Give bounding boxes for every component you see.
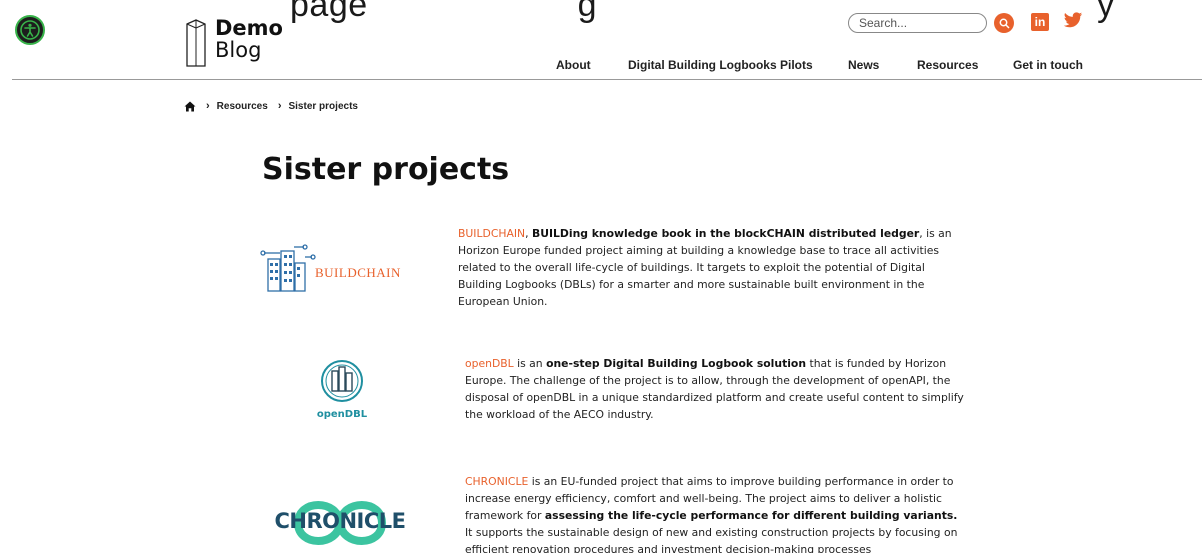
chronicle-link[interactable]: CHRONICLE xyxy=(465,475,528,488)
twitter-icon[interactable] xyxy=(1063,12,1083,29)
nav-resources[interactable]: Resources xyxy=(917,58,978,72)
buildchain-link[interactable]: BUILDCHAIN xyxy=(458,227,525,240)
chevron-right-icon: › xyxy=(206,100,210,112)
chronicle-wordmark: CHRONICLE xyxy=(274,509,406,533)
breadcrumb: › Resources › Sister projects xyxy=(184,100,358,112)
project-buildchain: BUILDCHAIN BUILDCHAIN, BUILDing knowledg… xyxy=(258,225,978,315)
chronicle-description: CHRONICLE is an EU-funded project that a… xyxy=(465,475,958,553)
search-input[interactable] xyxy=(848,13,987,33)
home-icon[interactable] xyxy=(184,101,196,112)
buildchain-description: BUILDCHAIN, BUILDing knowledge book in t… xyxy=(458,227,952,308)
logo-line1: Demo xyxy=(215,16,283,40)
search-icon xyxy=(999,18,1010,29)
breadcrumb-resources[interactable]: Resources xyxy=(217,101,268,112)
nav-dbl-pilots[interactable]: Digital Building Logbooks Pilots xyxy=(628,58,813,72)
breadcrumb-current: Sister projects xyxy=(288,100,358,112)
chronicle-logo: CHRONICLE xyxy=(268,491,412,553)
opendbl-link[interactable]: openDBL xyxy=(465,357,514,370)
main-nav: About Digital Building Logbooks Pilots N… xyxy=(0,58,1202,72)
nav-about[interactable]: About xyxy=(556,58,591,72)
opendbl-description: openDBL is an one-step Digital Building … xyxy=(465,357,964,421)
background-overlay-text: page g y xyxy=(290,0,1115,24)
opendbl-logo: openDBL xyxy=(314,357,370,427)
nav-news[interactable]: News xyxy=(848,58,879,72)
project-opendbl: openDBL openDBL is an one-step Digital B… xyxy=(258,355,978,435)
header-divider xyxy=(12,79,1202,80)
accessibility-button[interactable] xyxy=(15,15,45,45)
buildchain-wordmark: BUILDCHAIN xyxy=(315,265,401,280)
opendbl-wordmark: openDBL xyxy=(316,409,368,420)
search-button[interactable] xyxy=(994,13,1014,33)
page-title: Sister projects xyxy=(262,152,510,187)
project-chronicle: CHRONICLE CHRONICLE is an EU-funded proj… xyxy=(258,473,978,553)
nav-get-in-touch[interactable]: Get in touch xyxy=(1013,58,1083,72)
buildchain-logo: BUILDCHAIN xyxy=(258,243,418,299)
linkedin-icon[interactable]: in xyxy=(1031,13,1049,31)
chevron-right-icon: › xyxy=(277,100,282,112)
accessibility-icon xyxy=(20,20,40,40)
